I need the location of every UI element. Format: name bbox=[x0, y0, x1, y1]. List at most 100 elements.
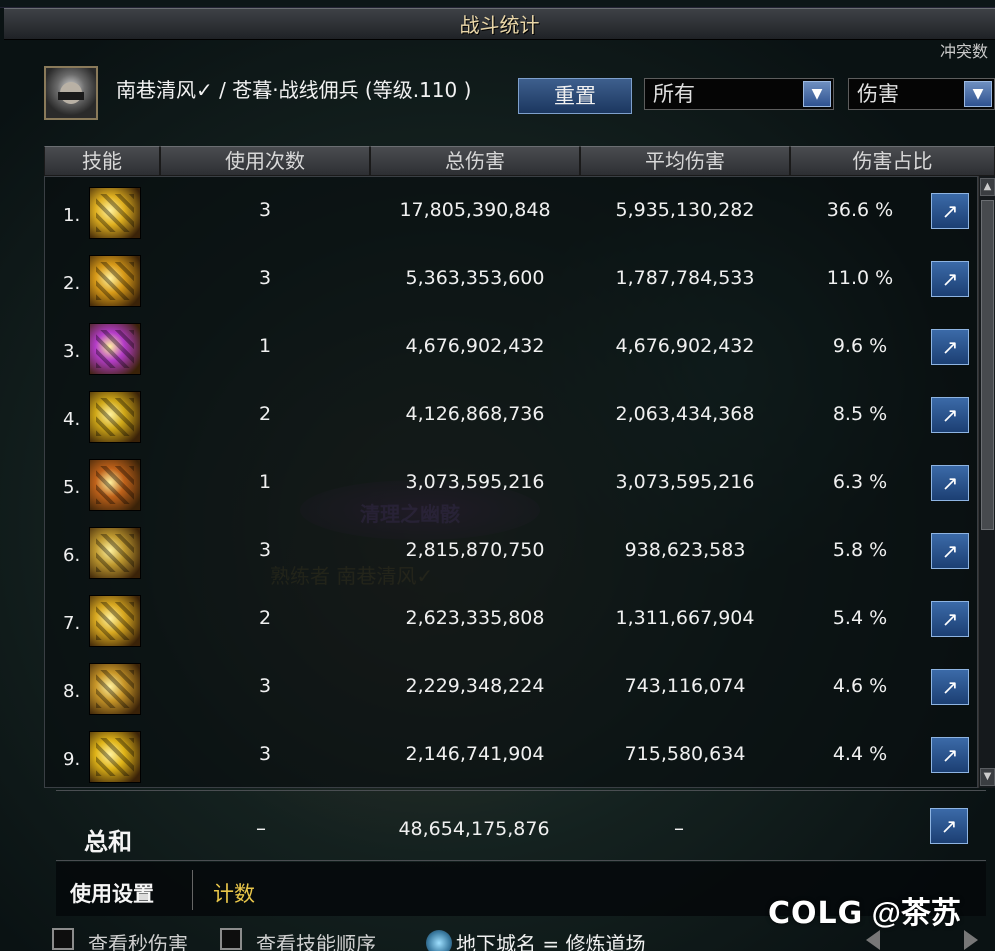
window-title: 战斗统计 bbox=[4, 8, 995, 40]
scroll-up-arrow-icon[interactable]: ▲ bbox=[980, 178, 995, 196]
table-row: 7. 2 2,623,335,808 1,311,667,904 5.4 % ↗ bbox=[45, 585, 979, 653]
table-row: 3. 1 4,676,902,432 4,676,902,432 9.6 % ↗ bbox=[45, 313, 979, 381]
row-damage-percent: 4.6 % bbox=[832, 675, 888, 697]
row-damage-percent: 9.6 % bbox=[832, 335, 888, 357]
column-header-count[interactable]: 使用次数 bbox=[160, 146, 370, 176]
share-icon: ↗ bbox=[941, 743, 959, 767]
scrollbar[interactable]: ▲ ▼ bbox=[978, 176, 995, 788]
row-share-button[interactable]: ↗ bbox=[931, 261, 969, 297]
row-count: 1 bbox=[258, 335, 272, 357]
row-share-button[interactable]: ↗ bbox=[931, 669, 969, 705]
row-count: 3 bbox=[258, 267, 272, 289]
row-count: 3 bbox=[258, 675, 272, 697]
metric-dropdown[interactable]: 伤害 ▼ bbox=[848, 78, 995, 110]
character-header: 南巷清风✓ / 苍暮·战线佣兵 (等级.110 ) 重置 所有 ▼ 伤害 ▼ bbox=[44, 66, 995, 132]
row-rank: 4. bbox=[63, 409, 81, 430]
skill-icon[interactable] bbox=[89, 663, 141, 715]
scroll-thumb[interactable] bbox=[981, 200, 994, 530]
filter-dropdown[interactable]: 所有 ▼ bbox=[644, 78, 834, 110]
row-rank: 6. bbox=[63, 545, 81, 566]
skill-icon[interactable] bbox=[89, 323, 141, 375]
row-average-damage: 938,623,583 bbox=[624, 539, 746, 561]
reset-button[interactable]: 重置 bbox=[518, 78, 632, 114]
skill-icon[interactable] bbox=[89, 595, 141, 647]
table-row: 8. 3 2,229,348,224 743,116,074 4.6 % ↗ bbox=[45, 653, 979, 721]
share-icon: ↗ bbox=[941, 199, 959, 223]
skill-icon[interactable] bbox=[89, 187, 141, 239]
chevron-down-icon[interactable]: ▼ bbox=[964, 81, 992, 107]
skill-icon[interactable] bbox=[89, 459, 141, 511]
share-icon: ↗ bbox=[941, 403, 959, 427]
row-damage-percent: 5.4 % bbox=[832, 607, 888, 629]
row-share-button[interactable]: ↗ bbox=[931, 465, 969, 501]
tab-count[interactable]: 计数 bbox=[213, 878, 255, 908]
row-share-button[interactable]: ↗ bbox=[931, 737, 969, 773]
column-header-percent[interactable]: 伤害占比 bbox=[790, 146, 995, 176]
skill-icon-glyph bbox=[96, 738, 134, 776]
skill-icon-glyph bbox=[96, 330, 134, 368]
column-header-skill[interactable]: 技能 bbox=[44, 146, 160, 176]
row-rank: 2. bbox=[63, 273, 81, 294]
row-share-button[interactable]: ↗ bbox=[931, 601, 969, 637]
corner-text: 冲突数 bbox=[940, 42, 989, 61]
row-share-button[interactable]: ↗ bbox=[931, 533, 969, 569]
per-second-checkbox[interactable] bbox=[52, 928, 74, 950]
watermark-user: @茶苏 bbox=[871, 897, 961, 930]
tab-usage-settings[interactable]: 使用设置 bbox=[70, 878, 154, 908]
prev-arrow-icon[interactable] bbox=[866, 930, 880, 950]
skill-icon[interactable] bbox=[89, 255, 141, 307]
row-rank: 3. bbox=[63, 341, 81, 362]
row-average-damage: 1,311,667,904 bbox=[615, 607, 755, 629]
skill-icon-glyph bbox=[96, 602, 134, 640]
table-row: 9. 3 2,146,741,904 715,580,634 4.4 % ↗ bbox=[45, 721, 979, 789]
skill-icon[interactable] bbox=[89, 731, 141, 783]
watermark: COLG @茶苏 bbox=[768, 888, 961, 932]
row-total-damage: 3,073,595,216 bbox=[405, 471, 545, 493]
chevron-down-icon[interactable]: ▼ bbox=[803, 81, 831, 107]
share-icon: ↗ bbox=[941, 267, 959, 291]
skill-icon-glyph bbox=[96, 194, 134, 232]
column-header-average[interactable]: 平均伤害 bbox=[580, 146, 790, 176]
skill-icon-glyph bbox=[96, 534, 134, 572]
row-damage-percent: 11.0 % bbox=[826, 267, 894, 289]
total-share-button[interactable]: ↗ bbox=[930, 808, 968, 844]
table-row: 5. 1 3,073,595,216 3,073,595,216 6.3 % ↗ bbox=[45, 449, 979, 517]
share-icon: ↗ bbox=[941, 539, 959, 563]
total-row: 总和 – 48,654,175,876 – ↗ bbox=[44, 792, 995, 860]
scroll-down-arrow-icon[interactable]: ▼ bbox=[980, 768, 995, 786]
skill-icon[interactable] bbox=[89, 391, 141, 443]
column-header-total[interactable]: 总伤害 bbox=[370, 146, 580, 176]
table-row: 4. 2 4,126,868,736 2,063,434,368 8.5 % ↗ bbox=[45, 381, 979, 449]
total-average: – bbox=[674, 816, 684, 840]
tab-separator bbox=[192, 870, 193, 910]
next-arrow-icon[interactable] bbox=[964, 930, 978, 950]
row-total-damage: 2,623,335,808 bbox=[405, 607, 545, 629]
row-share-button[interactable]: ↗ bbox=[931, 329, 969, 365]
share-icon: ↗ bbox=[941, 607, 959, 631]
character-name: 南巷清风✓ / 苍暮·战线佣兵 (等级.110 ) bbox=[116, 78, 472, 102]
row-damage-percent: 4.4 % bbox=[832, 743, 888, 765]
row-average-damage: 743,116,074 bbox=[624, 675, 746, 697]
divider bbox=[56, 790, 986, 791]
table-row: 1. 3 17,805,390,848 5,935,130,282 36.6 %… bbox=[45, 177, 979, 245]
row-share-button[interactable]: ↗ bbox=[931, 397, 969, 433]
row-total-damage: 17,805,390,848 bbox=[399, 199, 551, 221]
row-total-damage: 2,146,741,904 bbox=[405, 743, 545, 765]
row-total-damage: 5,363,353,600 bbox=[405, 267, 545, 289]
row-count: 2 bbox=[258, 403, 272, 425]
row-total-damage: 2,229,348,224 bbox=[405, 675, 545, 697]
row-rank: 7. bbox=[63, 613, 81, 634]
skill-icon[interactable] bbox=[89, 527, 141, 579]
row-share-button[interactable]: ↗ bbox=[931, 193, 969, 229]
row-count: 3 bbox=[258, 539, 272, 561]
skill-order-label: 查看技能顺序 bbox=[256, 932, 376, 951]
row-average-damage: 1,787,784,533 bbox=[615, 267, 755, 289]
metric-value: 伤害 bbox=[857, 82, 899, 106]
row-total-damage: 4,126,868,736 bbox=[405, 403, 545, 425]
row-count: 2 bbox=[258, 607, 272, 629]
skill-order-checkbox[interactable] bbox=[220, 928, 242, 950]
row-total-damage: 4,676,902,432 bbox=[405, 335, 545, 357]
share-icon: ↗ bbox=[940, 814, 958, 838]
row-average-damage: 2,063,434,368 bbox=[615, 403, 755, 425]
row-count: 1 bbox=[258, 471, 272, 493]
